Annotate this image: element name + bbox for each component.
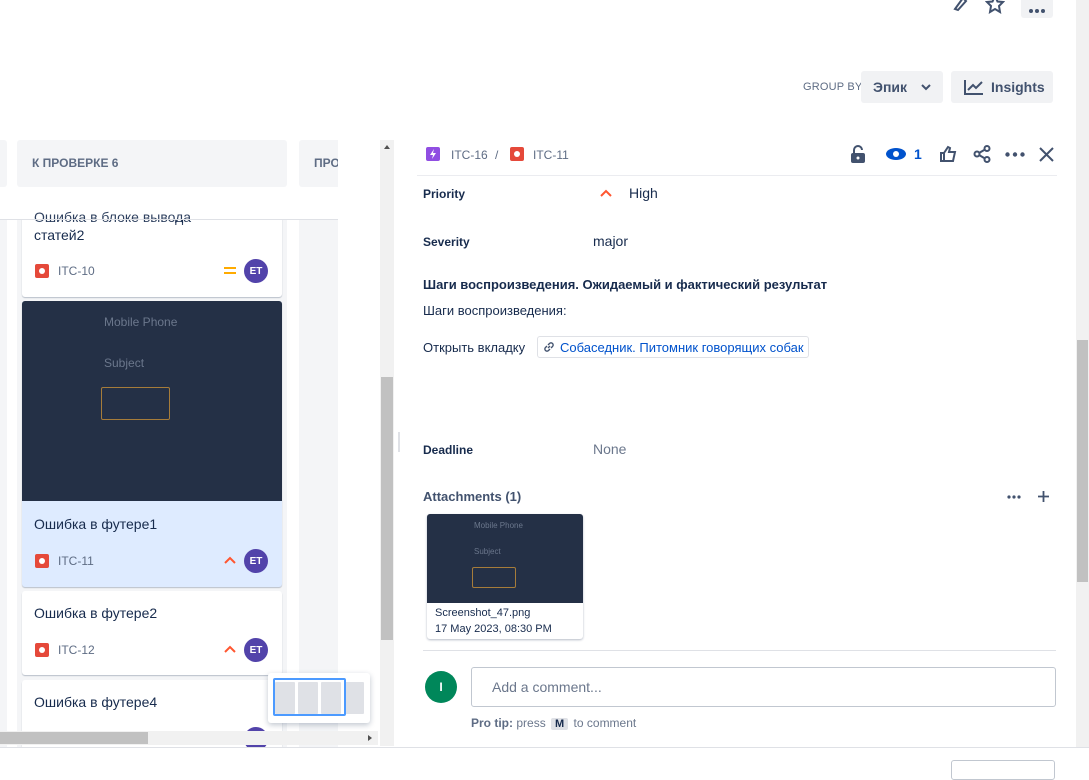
open-tab-text: Открыть вкладку [423,340,526,355]
attachment-file-name: Screenshot_47.png [435,607,531,619]
steps-heading: Шаги воспроизведения. Ожидаемый и фактич… [423,277,828,292]
more-actions-icon[interactable] [1005,152,1025,157]
card-title-partial: Ошибка в блоке вывода [34,209,192,225]
cover-text-subject: Subject [104,356,145,370]
attachment-file-date: 17 May 2023, 08:30 PM [435,623,552,635]
comment-divider [423,650,1056,651]
bottom-bar [0,747,1089,773]
card-cover-image: Mobile Phone Subject [22,301,282,501]
column-title-next: ПРО [314,156,338,170]
comment-input[interactable]: Add a comment... [471,667,1056,707]
resize-handle[interactable] [398,432,400,452]
column-left-edge [0,140,7,747]
attachments-more-icon[interactable] [1007,495,1021,499]
pro-tip-label: Pro tip: [471,716,513,730]
insights-label: Insights [991,79,1045,95]
deadline-value[interactable]: None [593,441,626,457]
feedback-icon[interactable] [948,0,972,14]
attachment-card[interactable]: Mobile Phone Subject Screenshot_47.png 1… [427,514,583,639]
avatar: ET [244,549,268,573]
breadcrumb-current[interactable]: ITC-11 [533,148,569,162]
card-itc-11[interactable]: Mobile Phone Subject Ошибка в футере1 IT… [22,301,282,587]
pro-tip-key: M [551,718,569,730]
breadcrumb-parent[interactable]: ITC-16 [451,148,488,162]
minimap-column [344,682,364,714]
close-icon[interactable] [1039,147,1054,162]
minimap-viewport[interactable] [273,678,346,716]
header-divider [417,175,1057,176]
add-attachment-icon[interactable] [1037,490,1050,503]
card-key: ITC-11 [58,554,94,568]
severity-value[interactable]: major [593,233,628,249]
attachment-preview-image: Mobile Phone Subject [427,514,583,603]
more-actions-top-button[interactable] [1021,0,1053,18]
priority-label: Priority [423,187,466,201]
insights-button[interactable]: Insights [951,71,1053,103]
column-left-edge-header [0,140,7,187]
card-title: Ошибка в футере1 [34,516,158,532]
group-by-label: GROUP BY [803,81,863,93]
detail-vertical-scroll-thumb[interactable] [1077,340,1088,582]
bug-icon [35,264,49,278]
card-title: Ошибка в футере2 [34,605,158,621]
chevron-down-icon [921,84,931,91]
board-minimap[interactable] [268,673,370,723]
bug-icon [35,554,49,568]
severity-label: Severity [423,235,470,249]
avatar: ET [244,638,268,662]
scroll-right-arrow-icon[interactable] [366,734,374,742]
bottom-action-button[interactable] [951,760,1055,780]
board-horizontal-scroll-thumb[interactable] [0,732,148,744]
board: К ПРОВЕРКЕ 6 ПРО Ошибка в блоке вывода с… [0,139,338,747]
thumb-text-subject: Subject [474,547,501,556]
bug-icon [510,147,524,161]
priority-medium-icon [224,267,236,274]
cover-input-box [101,387,170,420]
scroll-up-arrow-icon[interactable] [383,143,391,151]
card-title: Ошибка в футере4 [34,694,158,710]
pro-tip-press: press [516,716,546,730]
watchers-count[interactable]: 1 [914,146,922,162]
smart-link[interactable]: Собаседник. Питомник говорящих собак [537,336,809,358]
share-icon[interactable] [973,145,991,163]
card-itc-12[interactable]: Ошибка в футере2 ITC-12 ET [22,591,282,675]
column-title-to-review: К ПРОВЕРКЕ 6 [32,156,119,170]
group-by-value: Эпик [873,79,908,95]
link-icon [544,342,554,352]
watch-eye-icon[interactable] [885,147,907,161]
board-vertical-scroll-thumb[interactable] [381,377,393,640]
cover-text-mobile-phone: Mobile Phone [104,315,178,329]
column-next-body [299,220,338,747]
deadline-label: Deadline [423,443,474,457]
pro-tip: Pro tip: press M to comment [471,716,636,730]
commenter-avatar: I [425,671,457,703]
sticky-divider [0,219,338,220]
star-icon[interactable] [983,0,1007,14]
priority-high-icon [224,556,236,564]
lock-icon[interactable] [850,145,866,163]
group-by-dropdown[interactable]: Эпик [861,71,943,103]
thumb-input-box [472,567,516,588]
insights-chart-icon [964,80,983,95]
card-key: ITC-10 [58,264,95,278]
breadcrumb-separator: / [495,148,499,162]
pro-tip-rest: to comment [573,716,637,730]
epic-icon [426,147,440,161]
issue-detail-panel: ITC-16 / ITC-11 1 Priority High Severity… [397,139,1077,747]
card-key: ITC-12 [58,643,95,657]
attachments-heading: Attachments (1) [423,489,522,504]
priority-high-icon [600,189,612,197]
smart-link-text: Собаседник. Питомник говорящих собак [560,339,804,355]
bug-icon [35,643,49,657]
thumb-text-mobile-phone: Mobile Phone [474,521,523,530]
priority-high-icon [224,645,236,653]
avatar: ET [244,259,268,283]
priority-value[interactable]: High [629,185,658,201]
steps-line: Шаги воспроизведения: [423,303,567,318]
card-title-line2: статей2 [34,227,85,243]
like-icon[interactable] [939,145,957,163]
